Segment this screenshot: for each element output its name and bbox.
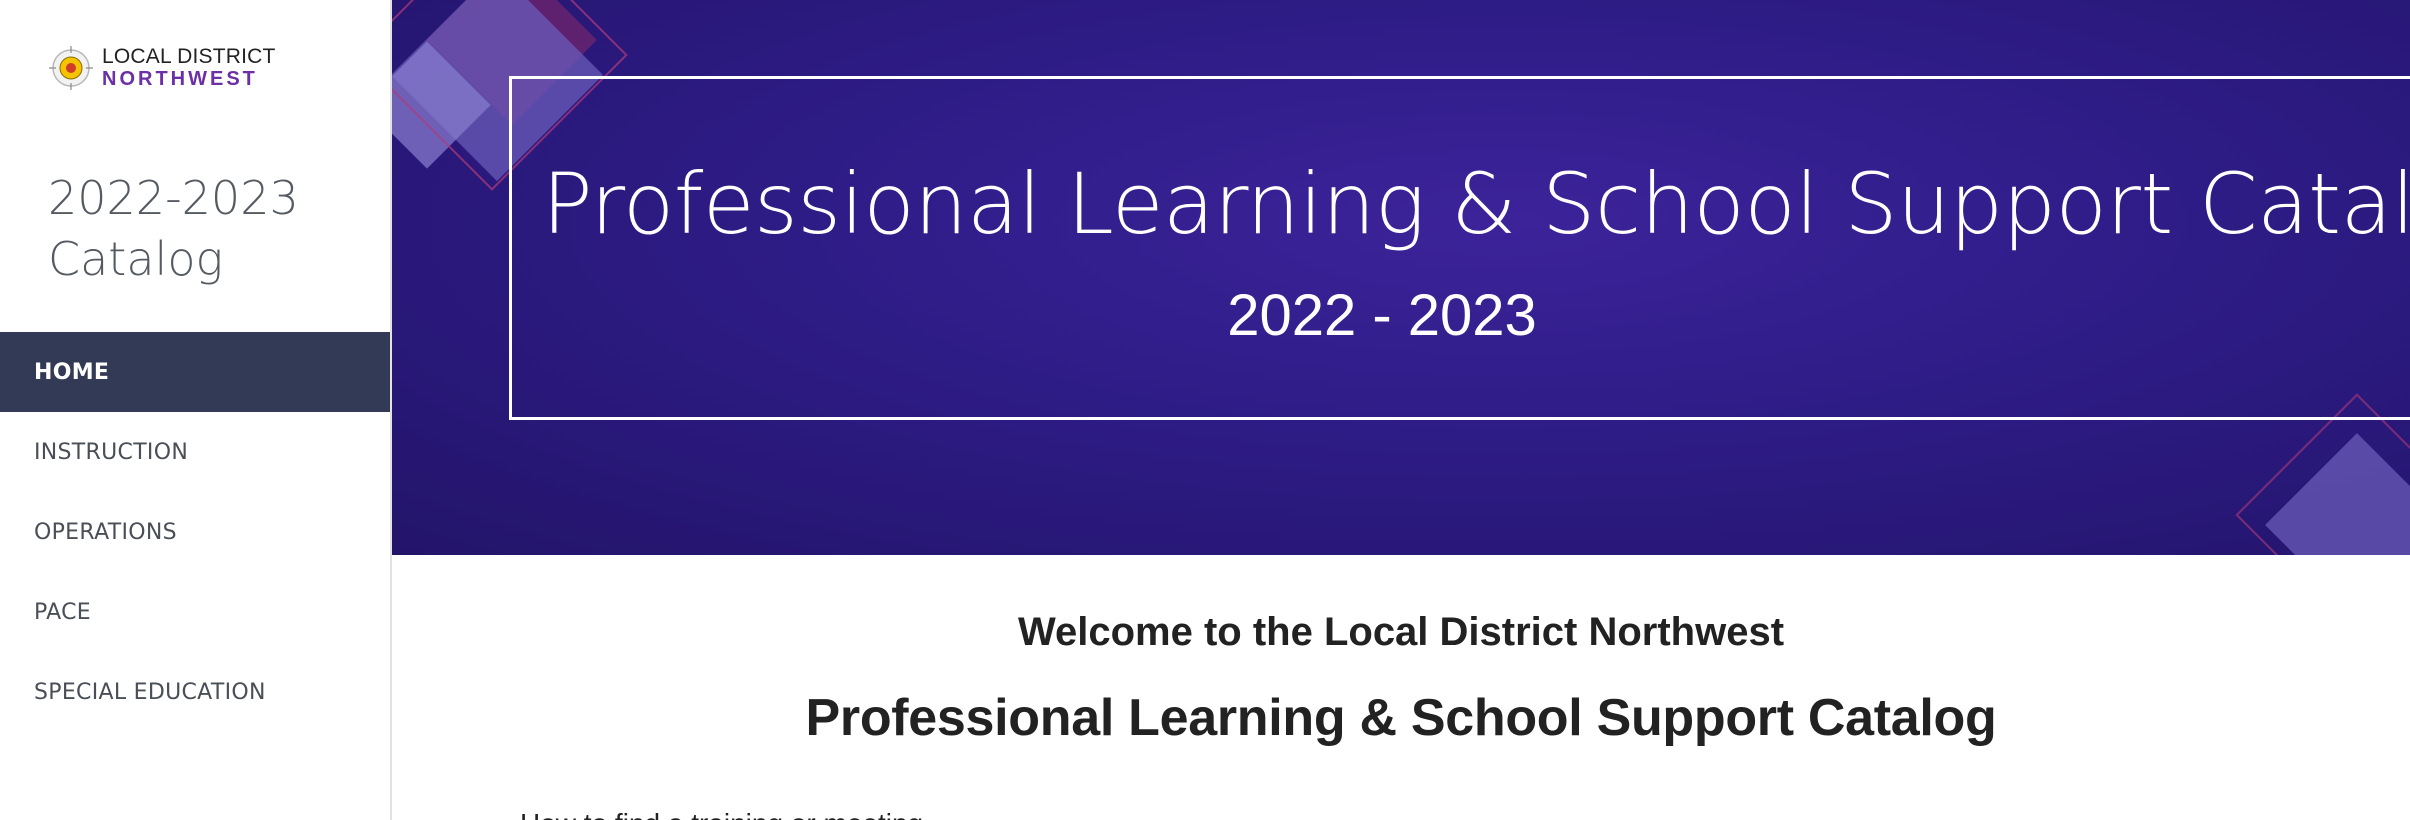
catalog-heading: Professional Learning & School Support C…	[805, 689, 1997, 747]
logo-text-line2: NORTHWEST	[102, 67, 258, 90]
district-logo[interactable]: LOCAL DISTRICT NORTHWEST	[46, 38, 286, 98]
nav-item-pace[interactable]: PACE	[0, 572, 390, 652]
sidebar: LOCAL DISTRICT NORTHWEST 2022-2023 Catal…	[0, 0, 392, 820]
nav-item-special-education[interactable]: SPECIAL EDUCATION	[0, 652, 390, 732]
district-seal-icon	[49, 46, 93, 90]
hero-year: 2022 - 2023	[1227, 283, 1537, 348]
sidebar-nav: HOME INSTRUCTION OPERATIONS PACE SPECIAL…	[0, 332, 390, 732]
welcome-heading: Welcome to the Local District Northwest	[1017, 610, 1785, 654]
hero-banner: Professional Learning & School Support C…	[392, 0, 2410, 555]
logo-text-line1: LOCAL DISTRICT	[102, 45, 276, 69]
nav-item-instruction[interactable]: INSTRUCTION	[0, 412, 390, 492]
catalog-title: 2022-2023 Catalog	[48, 168, 368, 290]
intro-text-partial: How to find a training or meeting	[520, 806, 1120, 820]
intro-text: How to find a training or meeting	[520, 810, 1120, 820]
hero-title: Professional Learning & School Support C…	[542, 155, 2410, 253]
catalog-title-label: Catalog	[48, 232, 224, 286]
catalog-title-year: 2022-2023	[48, 171, 299, 225]
nav-item-operations[interactable]: OPERATIONS	[0, 492, 390, 572]
nav-item-home[interactable]: HOME	[0, 332, 390, 412]
